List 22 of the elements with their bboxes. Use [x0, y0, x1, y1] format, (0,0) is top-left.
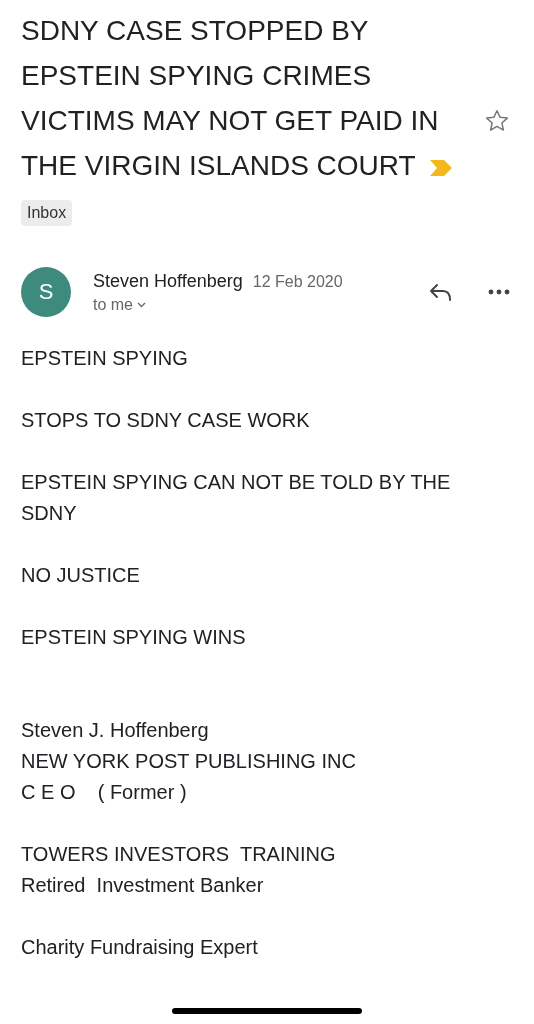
- body-text: EPSTEIN SPYING CAN NOT BE TOLD BY THE SDNY: [21, 470, 452, 526]
- star-icon[interactable]: [484, 107, 510, 134]
- body-text: C E O ( Former ): [21, 780, 188, 805]
- body-text: Steven J. Hoffenberg: [21, 718, 210, 743]
- body-text: Retired Investment Banker: [21, 873, 265, 898]
- body-text: EPSTEIN SPYING WINS: [21, 625, 247, 650]
- recipient-toggle[interactable]: to me: [93, 295, 343, 314]
- sender-avatar: S: [21, 267, 71, 317]
- body-text: Charity Fundraising Expert: [21, 935, 259, 960]
- email-date: 12 Feb 2020: [252, 272, 343, 291]
- chevron-icon[interactable]: [137, 301, 146, 308]
- reply-icon[interactable]: [428, 282, 454, 302]
- body-text: TOWERS INVESTORS TRAINING: [21, 842, 337, 867]
- email-subject: SDNY CASE STOPPED BY EPSTEIN SPYING CRIMES VICTIMS MAY NOT GET PAID IN THE VIRGIN ISLANDS COURT: [21, 15, 439, 181]
- sender-name: Steven Hoffenberg: [93, 270, 243, 292]
- body-text: STOPS TO SDNY CASE WORK: [21, 408, 311, 433]
- body-text: NEW YORK POST PUBLISHING INC: [21, 749, 357, 774]
- body-text: NO JUSTICE: [21, 563, 141, 588]
- importance-marker-icon[interactable]: [429, 159, 452, 176]
- body-text: EPSTEIN SPYING: [21, 346, 189, 371]
- more-icon[interactable]: [488, 289, 510, 295]
- inbox-label[interactable]: Inbox: [21, 199, 73, 226]
